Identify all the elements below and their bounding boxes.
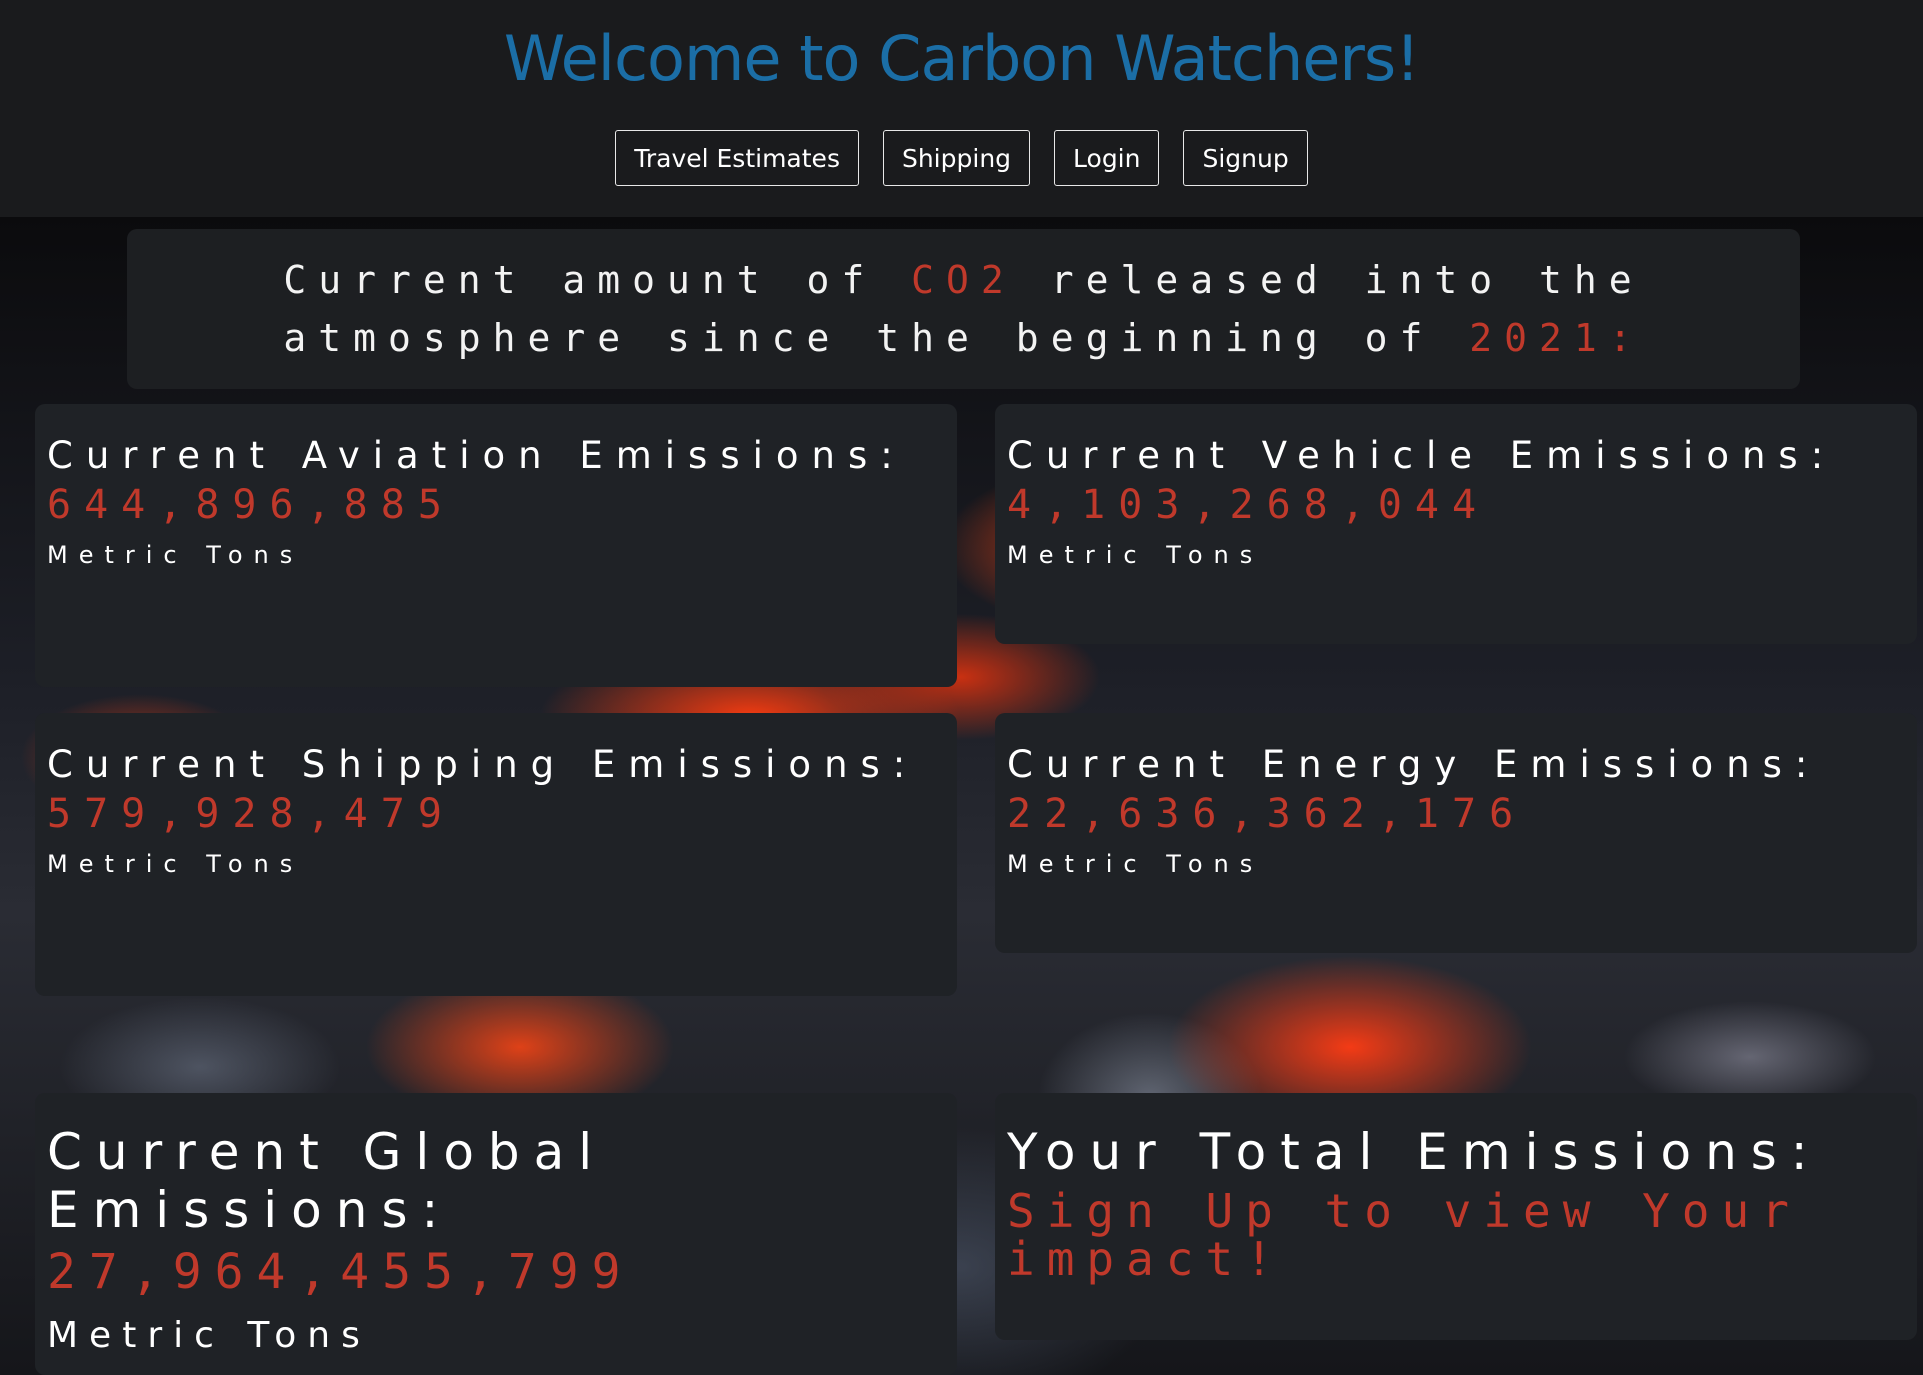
co2-banner: Current amount of CO2 released into the … xyxy=(127,229,1800,389)
nav-login-button[interactable]: Login xyxy=(1054,130,1160,186)
energy-card-title: Current Energy Emissions: xyxy=(1007,743,1821,786)
vehicle-card-title: Current Vehicle Emissions: xyxy=(1007,434,1837,477)
shipping-card-value: 579,928,479 xyxy=(47,791,455,837)
nav-signup-button[interactable]: Signup xyxy=(1183,130,1308,186)
banner-year-highlight: 2021: xyxy=(1469,316,1644,360)
nav-shipping-button[interactable]: Shipping xyxy=(882,130,1031,186)
total-card-title: Your Total Emissions: xyxy=(1007,1123,1822,1181)
banner-co2-highlight: CO2 xyxy=(911,258,1016,302)
global-card-title: Current Global Emissions: xyxy=(47,1123,607,1239)
main-nav: Travel Estimates Shipping Login Signup xyxy=(0,130,1923,186)
nav-travel-estimates-button[interactable]: Travel Estimates xyxy=(615,130,859,186)
banner-text-1: Current amount of xyxy=(283,258,912,302)
site-title: Welcome to Carbon Watchers! xyxy=(503,22,1420,95)
shipping-card-title: Current Shipping Emissions: xyxy=(47,743,919,786)
signup-to-view-impact-text: Sign Up to view Your impact! xyxy=(1007,1184,1801,1286)
global-card-unit: Metric Tons xyxy=(47,1315,371,1356)
aviation-card-unit: Metric Tons xyxy=(47,541,304,569)
aviation-card-title: Current Aviation Emissions: xyxy=(47,434,906,477)
energy-card-value: 22,636,362,176 xyxy=(1007,791,1527,837)
shipping-card-unit: Metric Tons xyxy=(47,850,304,878)
vehicle-card-value: 4,103,268,044 xyxy=(1007,482,1490,528)
global-emissions-card: Current Global Emissions: 27,964,455,799… xyxy=(35,1093,957,1375)
total-emissions-card: Your Total Emissions: Sign Up to view Yo… xyxy=(995,1093,1917,1340)
shipping-emissions-card: Current Shipping Emissions: 579,928,479 … xyxy=(35,713,957,996)
energy-emissions-card: Current Energy Emissions: 22,636,362,176… xyxy=(995,713,1917,953)
vehicle-emissions-card: Current Vehicle Emissions: 4,103,268,044… xyxy=(995,404,1917,644)
site-header: Welcome to Carbon Watchers! Travel Estim… xyxy=(0,0,1923,217)
global-card-value: 27,964,455,799 xyxy=(47,1244,634,1300)
energy-card-unit: Metric Tons xyxy=(1007,850,1264,878)
aviation-card-value: 644,896,885 xyxy=(47,482,455,528)
vehicle-card-unit: Metric Tons xyxy=(1007,541,1264,569)
aviation-emissions-card: Current Aviation Emissions: 644,896,885 … xyxy=(35,404,957,687)
